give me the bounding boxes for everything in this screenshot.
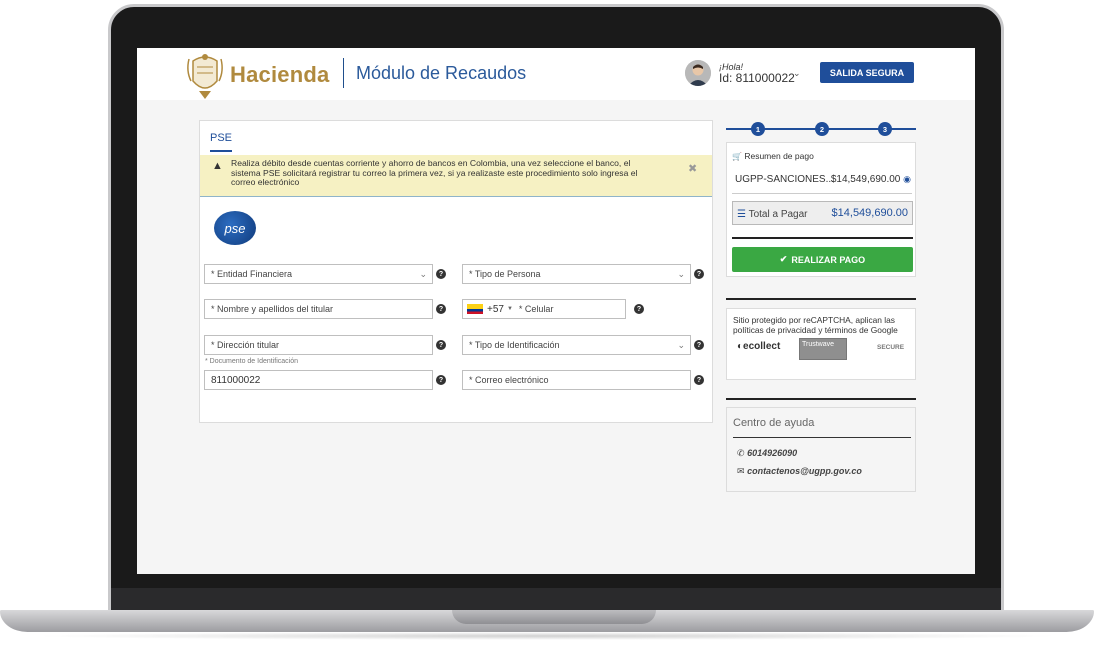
colombia-flag-icon[interactable]: [467, 304, 483, 314]
summary-item-amount-text: $14,549,690.00: [830, 174, 901, 185]
cart-icon: 🛒: [732, 152, 742, 161]
ecollect-badge-text: ecollect: [743, 341, 781, 352]
summary-separator: [732, 193, 912, 194]
summary-item-name: UGPP-SANCIONES...: [735, 174, 834, 185]
total-box: ☰ Total a Pagar $14,549,690.00: [732, 201, 913, 225]
pay-button-label: REALIZAR PAGO: [791, 254, 866, 265]
summary-item-amount: $14,549,690.00 ◉: [831, 174, 911, 185]
user-id[interactable]: Id: 811000022: [719, 71, 795, 85]
laptop-notch: [452, 610, 656, 624]
help-email[interactable]: ✉ contactenos@ugpp.gov.co: [737, 466, 862, 477]
help-icon[interactable]: ?: [694, 375, 704, 385]
logo-text: Hacienda: [230, 62, 330, 87]
recaptcha-text: Sitio protegido por reCAPTCHA, aplican l…: [733, 315, 898, 335]
person-type-label: * Tipo de Persona: [469, 269, 541, 279]
pay-button[interactable]: ✔ REALIZAR PAGO: [732, 247, 913, 272]
help-icon[interactable]: ?: [436, 340, 446, 350]
phone-input[interactable]: +57 ▼ * Celular: [462, 299, 626, 319]
avatar[interactable]: [685, 60, 711, 86]
summary-item: UGPP-SANCIONES... $14,549,690.00 ◉: [735, 174, 911, 185]
list-icon: ☰: [737, 209, 746, 220]
step-2: 2: [815, 122, 829, 136]
screen: Hacienda Módulo de Recaudos ¡Hola! Id: 8…: [137, 48, 975, 574]
summary-divider: [732, 237, 913, 239]
help-divider: [726, 398, 916, 400]
trustwave-badge-text: Trustwave: [802, 341, 835, 348]
document-input[interactable]: 811000022: [204, 370, 433, 390]
header-divider: [343, 58, 344, 88]
total-amount: $14,549,690.00: [831, 207, 908, 219]
email-input[interactable]: * Correo electrónico: [462, 370, 691, 390]
tab-pse[interactable]: PSE: [210, 132, 232, 144]
warning-icon: ▲: [212, 160, 223, 172]
pse-logo-text: pse: [224, 220, 246, 236]
id-type-label: * Tipo de Identificación: [469, 340, 560, 350]
help-icon[interactable]: ?: [436, 375, 446, 385]
address-placeholder: * Dirección titular: [211, 340, 280, 350]
user-avatar-icon: [685, 60, 711, 86]
module-title: Módulo de Recaudos: [356, 63, 527, 83]
chevron-down-icon: ⌄: [677, 340, 685, 350]
help-icon[interactable]: ?: [634, 304, 644, 314]
document-value: 811000022: [211, 374, 261, 386]
summary-title: 🛒 Resumen de pago: [732, 151, 814, 161]
person-type-select[interactable]: * Tipo de Persona ⌄: [462, 264, 691, 284]
help-phone[interactable]: ✆ 6014926090: [737, 448, 797, 459]
eye-icon[interactable]: ◉: [903, 174, 911, 184]
security-divider: [726, 298, 916, 300]
header: Hacienda Módulo de Recaudos ¡Hola! Id: 8…: [137, 48, 975, 100]
ecollect-badge: ◐ecollect: [737, 341, 780, 352]
address-input[interactable]: * Dirección titular: [204, 335, 433, 355]
step-1: 1: [751, 122, 765, 136]
security-box: Sitio protegido por reCAPTCHA, aplican l…: [726, 308, 916, 380]
chevron-down-icon: ⌄: [677, 269, 685, 279]
total-label-text: Total a Pagar: [748, 209, 808, 220]
pse-logo: pse: [214, 211, 256, 245]
coat-of-arms-icon: [187, 54, 223, 99]
secure-badge: SECURE: [877, 344, 904, 351]
chevron-down-icon[interactable]: ⌄: [793, 68, 801, 79]
bank-select-label: * Entidad Financiera: [211, 269, 293, 279]
id-type-select[interactable]: * Tipo de Identificación ⌄: [462, 335, 691, 355]
summary-title-text: Resumen de pago: [744, 151, 814, 161]
help-center-line: [733, 437, 911, 438]
step-3: 3: [878, 122, 892, 136]
trustwave-badge: Trustwave: [799, 338, 847, 360]
bank-select[interactable]: * Entidad Financiera ⌄: [204, 264, 433, 284]
envelope-icon: ✉: [737, 466, 745, 476]
payment-card: PSE ▲ Realiza débito desde cuentas corri…: [199, 120, 713, 423]
help-icon[interactable]: ?: [694, 269, 704, 279]
check-circle-icon: ✔: [779, 254, 788, 264]
total-label: ☰ Total a Pagar: [737, 209, 808, 220]
doc-label: * Documento de Identificación: [205, 358, 298, 365]
close-icon[interactable]: ✖: [688, 162, 697, 175]
help-phone-text: 6014926090: [747, 448, 798, 458]
help-icon[interactable]: ?: [436, 304, 446, 314]
payment-summary: 🛒 Resumen de pago UGPP-SANCIONES... $14,…: [726, 142, 916, 277]
phone-placeholder: * Celular: [518, 304, 554, 314]
chevron-down-icon: ⌄: [419, 269, 427, 279]
help-email-text: contactenos@ugpp.gov.co: [747, 466, 862, 476]
logout-button[interactable]: SALIDA SEGURA: [820, 62, 914, 83]
phone-prefix: +57: [487, 303, 504, 315]
help-icon[interactable]: ?: [694, 340, 704, 350]
laptop-shadow: [30, 632, 1064, 640]
holder-name-placeholder: * Nombre y apellidos del titular: [211, 304, 334, 314]
info-alert: ▲ Realiza débito desde cuentas corriente…: [200, 155, 712, 197]
phone-icon: ✆: [737, 448, 745, 458]
secure-badge-text: SECURE: [877, 344, 905, 351]
caret-down-icon: ▼: [506, 306, 513, 312]
tab-indicator: [210, 150, 232, 152]
alert-text: Realiza débito desde cuentas corriente y…: [231, 158, 638, 188]
email-placeholder: * Correo electrónico: [469, 375, 549, 385]
holder-name-input[interactable]: * Nombre y apellidos del titular: [204, 299, 433, 319]
help-center-title: Centro de ayuda: [733, 417, 815, 429]
help-center: Centro de ayuda ✆ 6014926090 ✉ contacten…: [726, 407, 916, 492]
help-icon[interactable]: ?: [436, 269, 446, 279]
